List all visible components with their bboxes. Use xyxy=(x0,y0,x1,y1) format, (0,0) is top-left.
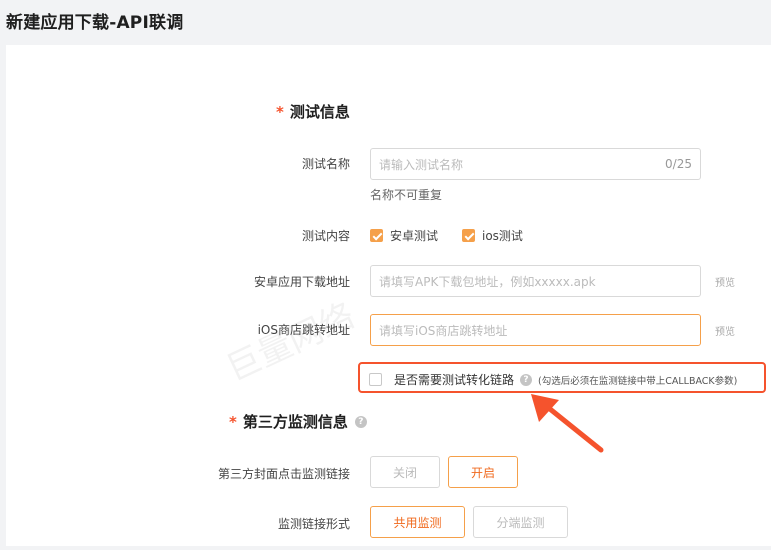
section-title-third-party: * 第三方监测信息 ? xyxy=(229,411,367,432)
page-title: 新建应用下载-API联调 xyxy=(6,13,184,33)
split-monitor-button[interactable]: 分端监测 xyxy=(473,506,568,538)
link-form-label: 监测链接形式 xyxy=(277,517,350,531)
ios-url-label: iOS商店跳转地址 xyxy=(257,323,350,337)
ios-test-checkbox[interactable]: ios测试 xyxy=(462,227,523,244)
shared-monitor-button[interactable]: 共用监测 xyxy=(370,506,465,538)
android-url-placeholder: 请填写APK下载包地址，例如xxxxx.apk xyxy=(379,274,596,289)
cover-click-off-button[interactable]: 关闭 xyxy=(370,456,440,488)
android-url-preview-link[interactable]: 预览 xyxy=(715,274,735,289)
section-title-test-info: * 测试信息 xyxy=(276,101,350,122)
android-test-label: 安卓测试 xyxy=(390,229,439,243)
ios-url-input[interactable]: 请填写iOS商店跳转地址 xyxy=(370,314,701,346)
form-card: 巨量网络 * 测试信息 测试名称 请输入测试名称 0/25 名称不可重复 测试内… xyxy=(6,45,771,546)
conversion-link-note: (勾选后必须在监测链接中带上CALLBACK参数) xyxy=(538,375,738,387)
section-title-text: 第三方监测信息 xyxy=(242,413,348,431)
checkbox-checked-icon xyxy=(462,229,475,242)
annotation-arrow-icon xyxy=(531,394,604,453)
ios-url-placeholder: 请填写iOS商店跳转地址 xyxy=(379,323,508,338)
test-content-label: 测试内容 xyxy=(301,229,350,243)
test-name-label: 测试名称 xyxy=(301,157,350,171)
test-name-input[interactable]: 请输入测试名称 0/25 xyxy=(370,148,701,180)
watermark: 巨量网络 xyxy=(220,295,361,390)
android-test-checkbox[interactable]: 安卓测试 xyxy=(370,227,438,244)
android-url-input[interactable]: 请填写APK下载包地址，例如xxxxx.apk xyxy=(370,265,701,297)
required-mark: * xyxy=(229,412,237,431)
help-question-icon[interactable]: ? xyxy=(354,415,367,428)
checkbox-unchecked-icon xyxy=(369,373,382,386)
ios-url-preview-link[interactable]: 预览 xyxy=(715,323,735,338)
section-title-text: 测试信息 xyxy=(289,103,350,121)
test-name-counter: 0/25 xyxy=(665,157,692,171)
conversion-link-checkbox[interactable]: 是否需要测试转化链路 ? (勾选后必须在监测链接中带上CALLBACK参数) xyxy=(369,371,737,388)
cover-click-on-button[interactable]: 开启 xyxy=(448,456,518,488)
conversion-link-label: 是否需要测试转化链路 xyxy=(394,373,515,387)
ios-test-label: ios测试 xyxy=(482,229,523,243)
required-mark: * xyxy=(276,102,284,121)
test-name-placeholder: 请输入测试名称 xyxy=(379,157,464,172)
checkbox-checked-icon xyxy=(370,229,383,242)
test-name-hint: 名称不可重复 xyxy=(370,188,443,202)
android-url-label: 安卓应用下载地址 xyxy=(253,275,350,289)
help-question-icon[interactable]: ? xyxy=(520,373,533,386)
cover-click-label: 第三方封面点击监测链接 xyxy=(217,467,350,481)
